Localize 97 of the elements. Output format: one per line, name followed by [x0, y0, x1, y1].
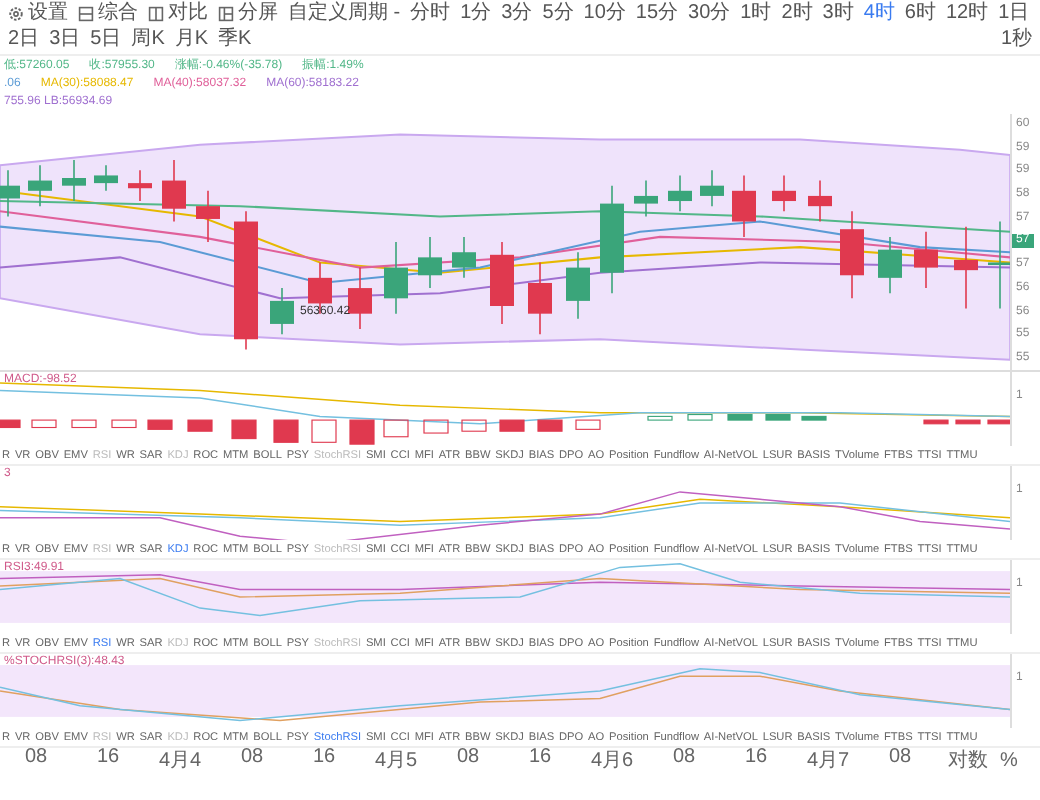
- macd-bar: [499, 419, 525, 432]
- time-tick: 16: [742, 746, 770, 772]
- candlestick: [840, 210, 864, 300]
- period-tab[interactable]: 5日: [90, 28, 122, 52]
- macd-bar: [765, 413, 791, 421]
- macd-bar: [349, 419, 375, 445]
- candlestick: [94, 164, 118, 192]
- candlestick: [452, 235, 476, 279]
- period-tab[interactable]: 5分: [542, 2, 574, 26]
- candlestick: [772, 174, 796, 213]
- axis-option[interactable]: %: [1000, 749, 1018, 771]
- period-tab[interactable]: 4时: [863, 2, 895, 26]
- macd-bar: [687, 413, 713, 421]
- macd-bar: [537, 419, 563, 432]
- compare-icon: [148, 6, 164, 22]
- split-screen-icon: [218, 6, 234, 22]
- period-tab[interactable]: 1分: [460, 2, 492, 26]
- macd-bar: [955, 419, 981, 425]
- toolbar-button[interactable]: 设置: [8, 2, 68, 26]
- candlestick: [808, 179, 832, 223]
- candlestick: [384, 241, 408, 315]
- period-tab[interactable]: 分时: [410, 2, 451, 26]
- period-tab[interactable]: 1时: [740, 2, 772, 26]
- time-tick: 08: [22, 746, 50, 772]
- period-tab[interactable]: 周K: [131, 28, 165, 52]
- candlestick: [348, 266, 372, 330]
- time-tick: 4月7: [804, 748, 852, 774]
- time-tick: 16: [310, 746, 338, 772]
- settings-icon: [8, 6, 24, 22]
- time-tick: 16: [526, 746, 554, 772]
- period-tab[interactable]: 1日: [998, 2, 1030, 26]
- macd-bar: [801, 415, 827, 421]
- toolbar-button[interactable]: 综合: [78, 2, 138, 26]
- period-tab[interactable]: 6时: [904, 2, 936, 26]
- time-tick: 08: [238, 746, 266, 772]
- candlestick: [28, 164, 52, 208]
- candlestick: [0, 169, 20, 218]
- macd-bar: [575, 419, 601, 430]
- candlestick: [62, 159, 86, 202]
- macd-bar: [147, 419, 173, 430]
- macd-bar: [187, 419, 213, 432]
- macd-bar: [423, 419, 449, 434]
- macd-bar: [311, 419, 337, 443]
- period-tab[interactable]: 3日: [49, 28, 81, 52]
- candlestick: [490, 241, 514, 325]
- period-tab[interactable]: 2日: [8, 28, 40, 52]
- toolbar-button[interactable]: 分屏: [218, 2, 278, 26]
- candlestick: [234, 210, 258, 351]
- axis-option[interactable]: 对数: [948, 746, 988, 774]
- macd-bar: [111, 419, 137, 429]
- candlestick: [700, 169, 724, 208]
- macd-bar: [727, 413, 753, 421]
- period-tab[interactable]: 月K: [174, 28, 209, 52]
- time-tick: 08: [886, 746, 914, 772]
- candlestick: [128, 169, 152, 202]
- macd-bar: [71, 419, 97, 429]
- candlestick: [600, 184, 624, 295]
- macd-bar: [273, 419, 299, 443]
- time-tick: 08: [670, 746, 698, 772]
- candlestick: [418, 235, 442, 289]
- period-tab[interactable]: 10分: [583, 2, 626, 26]
- interval-option[interactable]: 1秒: [1000, 28, 1032, 52]
- macd-bar: [987, 419, 1010, 425]
- macd-bar: [383, 419, 409, 438]
- candlestick: [914, 230, 938, 289]
- candlestick: [988, 220, 1010, 310]
- candlestick: [528, 261, 552, 336]
- period-tab[interactable]: 12时: [945, 2, 989, 26]
- toolbar-button[interactable]: 对比: [148, 2, 208, 26]
- candlestick: [634, 179, 658, 218]
- time-tick: 16: [94, 746, 122, 772]
- macd-bar: [461, 419, 487, 432]
- candlestick: [878, 235, 902, 295]
- candlestick: [196, 189, 220, 243]
- macd-bar: [647, 415, 673, 421]
- candlestick: [668, 174, 692, 213]
- macd-bar: [31, 419, 57, 429]
- candlestick: [732, 174, 756, 238]
- macd-bar: [0, 419, 21, 429]
- custom-period-dropdown[interactable]: 自定义周期 -: [288, 2, 401, 26]
- period-tab[interactable]: 3时: [822, 2, 854, 26]
- time-tick: 4月5: [372, 748, 420, 774]
- time-tick: 4月4: [156, 748, 204, 774]
- time-tick: 4月6: [588, 748, 636, 774]
- period-tab[interactable]: 30分: [688, 2, 731, 26]
- candlestick: [162, 159, 186, 223]
- candlestick: [566, 251, 590, 320]
- macd-bar: [923, 419, 949, 425]
- grid-icon: [78, 6, 94, 22]
- period-tab[interactable]: 2时: [781, 2, 813, 26]
- period-tab[interactable]: 3分: [501, 2, 533, 26]
- macd-bar: [231, 419, 257, 440]
- time-tick: 08: [454, 746, 482, 772]
- candlestick: [954, 225, 978, 310]
- candlestick: [270, 287, 294, 336]
- period-tab[interactable]: 季K: [218, 28, 252, 52]
- period-tab[interactable]: 15分: [635, 2, 679, 26]
